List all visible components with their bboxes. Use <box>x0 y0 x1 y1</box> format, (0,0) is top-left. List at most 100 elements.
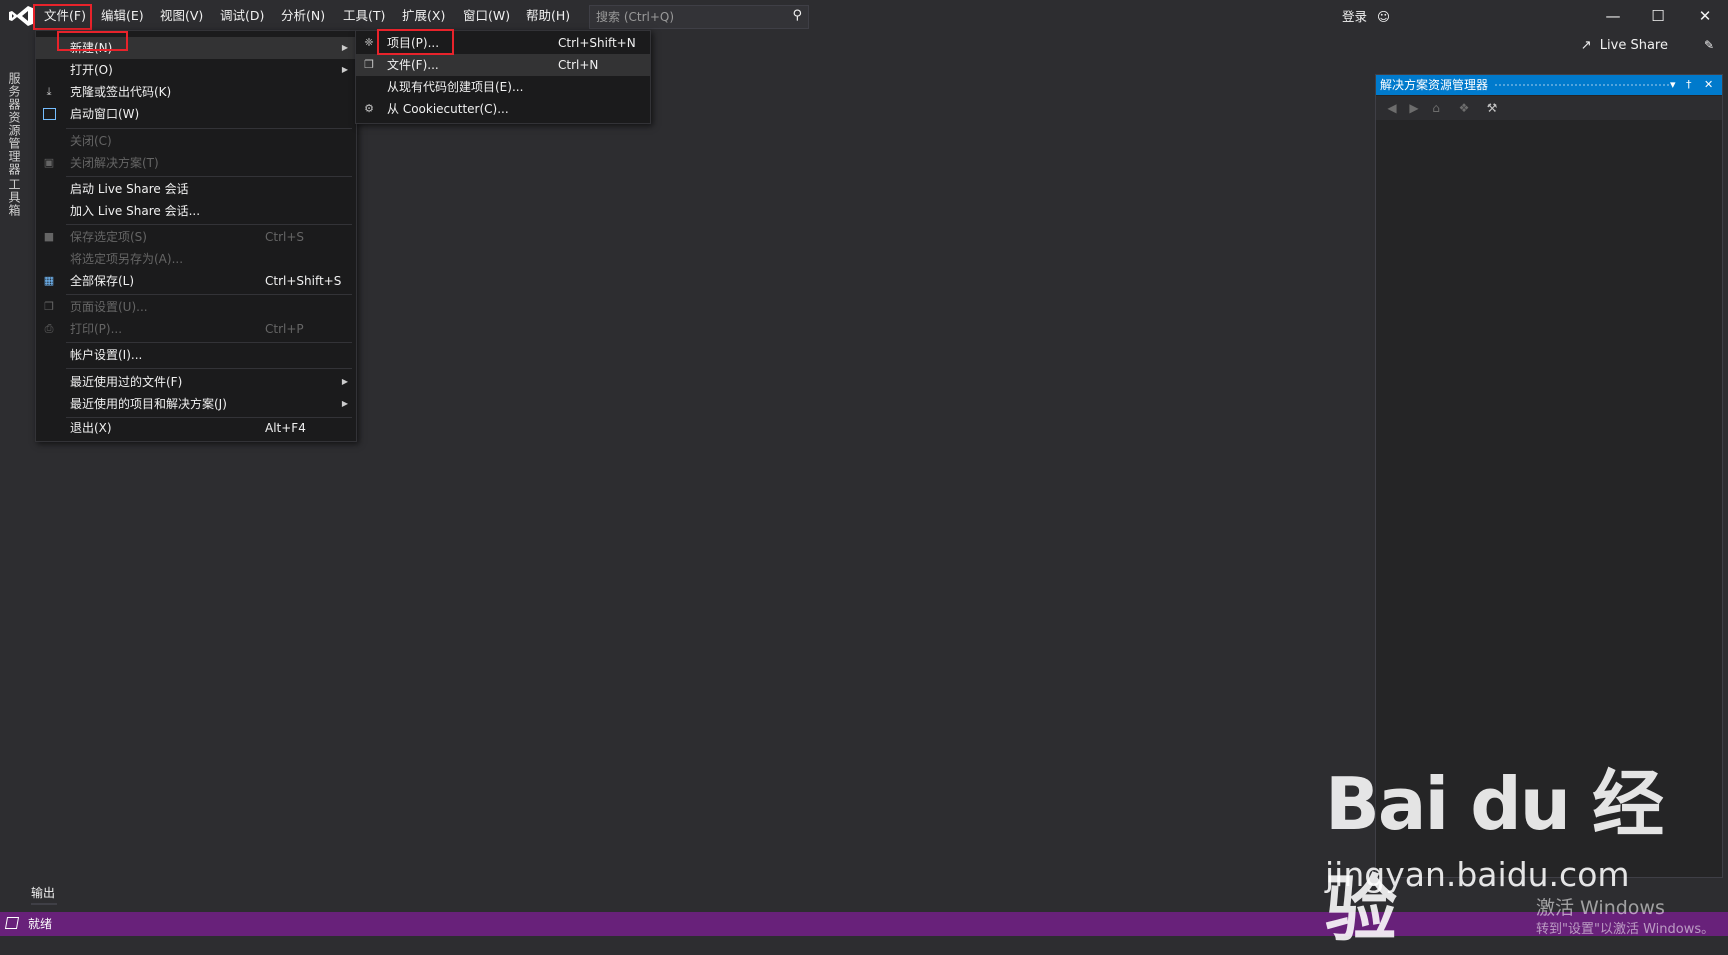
menu-item-label: 帐户设置(I)... <box>70 348 143 362</box>
menu-item-label: 启动窗口(W) <box>70 107 140 121</box>
menu-item-label: 从现有代码创建项目(E)... <box>387 80 524 94</box>
menu-item-print[interactable]: ⎙ 打印(P)... Ctrl+P <box>36 318 356 340</box>
feedback-icon[interactable]: ✎ <box>1704 38 1714 52</box>
new-project-icon: ❈ <box>364 36 374 49</box>
menu-item-label: 最近使用的项目和解决方案(J) <box>70 397 227 411</box>
menu-item-from-cookiecutter[interactable]: ⚙ 从 Cookiecutter(C)... <box>356 98 650 120</box>
menu-item-new-file[interactable]: ❐ 文件(F)... Ctrl+N <box>356 54 650 76</box>
menu-item-recent-files[interactable]: 最近使用过的文件(F) ▶ <box>36 371 356 393</box>
menu-separator <box>66 342 352 343</box>
menu-item-save-all[interactable]: ▦ 全部保存(L) Ctrl+Shift+S <box>36 270 356 292</box>
signin-link[interactable]: 登录 ☺ <box>1342 6 1390 25</box>
highlight-box-project <box>377 29 454 55</box>
menu-item-save-as[interactable]: 将选定项另存为(A)... <box>36 248 356 270</box>
menu-item-join-live-share[interactable]: 加入 Live Share 会话... <box>36 200 356 222</box>
menu-item-close[interactable]: 关闭(C) <box>36 130 356 152</box>
user-icon: ☺ <box>1376 9 1390 24</box>
menu-window[interactable]: 窗口(W) <box>455 4 518 28</box>
submenu-arrow-icon: ▶ <box>341 43 348 52</box>
forward-icon[interactable]: ▶ <box>1406 100 1422 116</box>
menu-item-label: 启动 Live Share 会话 <box>70 182 189 196</box>
menu-item-label: 页面设置(U)... <box>70 300 148 314</box>
cookiecutter-icon: ⚙ <box>364 102 374 115</box>
menu-item-shortcut: Ctrl+N <box>558 58 599 72</box>
back-icon[interactable]: ◀ <box>1384 100 1400 116</box>
menu-separator <box>66 368 352 369</box>
tab-toolbox[interactable]: 工具箱 <box>6 178 23 217</box>
page-setup-icon: ❐ <box>44 300 54 313</box>
print-icon: ⎙ <box>44 322 54 335</box>
menu-item-label: 保存选定项(S) <box>70 230 147 244</box>
search-icon: ⚲ <box>792 8 802 23</box>
close-solution-icon: ▣ <box>43 156 55 169</box>
tab-output[interactable]: 输出 <box>31 884 55 901</box>
live-share-button[interactable]: ↗ Live Share <box>1581 38 1668 53</box>
tab-server-explorer[interactable]: 服务器资源管理器 <box>6 72 23 176</box>
menu-item-label: 退出(X) <box>70 421 112 435</box>
save-all-icon: ▦ <box>43 274 55 287</box>
clone-icon: ⤓ <box>46 85 52 98</box>
status-text: 就绪 <box>28 917 53 931</box>
menu-separator <box>66 294 352 295</box>
solution-explorer-toolbar: ◀ ▶ ⌂ ❖ ⚒ <box>1376 96 1722 120</box>
menu-tools[interactable]: 工具(T) <box>335 4 393 28</box>
menu-separator <box>66 128 352 129</box>
grip-pattern <box>1494 83 1670 87</box>
close-panel-icon[interactable]: ✕ <box>1704 75 1713 95</box>
menu-item-label: 关闭(C) <box>70 134 112 148</box>
search-placeholder: 搜索 (Ctrl+Q) <box>596 10 675 24</box>
menu-item-label: 文件(F)... <box>387 58 439 72</box>
menu-separator <box>66 224 352 225</box>
start-window-icon <box>43 108 56 120</box>
menu-edit[interactable]: 编辑(E) <box>93 4 152 28</box>
status-ready-icon <box>4 917 20 929</box>
menu-item-exit[interactable]: 退出(X) Alt+F4 <box>36 417 356 439</box>
menu-extensions[interactable]: 扩展(X) <box>394 4 453 28</box>
home-icon[interactable]: ⌂ <box>1428 100 1444 116</box>
share-icon: ↗ <box>1580 38 1592 53</box>
menu-item-clone[interactable]: ⤓ 克隆或签出代码(K) <box>36 81 356 103</box>
save-icon: ■ <box>43 230 55 243</box>
menu-item-label: 加入 Live Share 会话... <box>70 204 201 218</box>
switch-views-icon[interactable]: ❖ <box>1456 100 1472 116</box>
submenu-arrow-icon: ▶ <box>341 377 348 386</box>
menu-view[interactable]: 视图(V) <box>152 4 211 28</box>
menu-item-shortcut: Ctrl+S <box>265 230 305 244</box>
close-button[interactable]: ✕ <box>1682 0 1728 32</box>
menu-item-label: 克隆或签出代码(K) <box>70 85 172 99</box>
highlight-box-file-menu <box>33 4 92 30</box>
menu-item-shortcut: Ctrl+P <box>265 322 304 336</box>
menu-item-shortcut: Ctrl+Shift+N <box>558 36 636 50</box>
activate-windows-title: 激活 Windows <box>1536 897 1665 919</box>
activate-windows-subtitle: 转到"设置"以激活 Windows。 <box>1536 922 1715 937</box>
menu-debug[interactable]: 调试(D) <box>212 4 272 28</box>
signin-label: 登录 <box>1341 9 1367 24</box>
menu-item-shortcut: Ctrl+Shift+S <box>265 274 342 288</box>
menu-item-page-setup[interactable]: ❐ 页面设置(U)... <box>36 296 356 318</box>
menu-item-start-live-share[interactable]: 启动 Live Share 会话 <box>36 178 356 200</box>
menu-analyze[interactable]: 分析(N) <box>273 4 333 28</box>
maximize-button[interactable]: ☐ <box>1635 0 1681 32</box>
properties-wrench-icon[interactable]: ⚒ <box>1484 100 1500 116</box>
menu-item-label: 打印(P)... <box>70 322 123 336</box>
menu-item-account-settings[interactable]: 帐户设置(I)... <box>36 344 356 366</box>
highlight-box-new <box>57 31 128 51</box>
solution-explorer-titlebar: 解决方案资源管理器 ▾ † ✕ <box>1376 75 1722 95</box>
menu-item-shortcut: Alt+F4 <box>265 421 306 435</box>
menu-help[interactable]: 帮助(H) <box>518 4 578 28</box>
menu-item-save-selected[interactable]: ■ 保存选定项(S) Ctrl+S <box>36 226 356 248</box>
dropdown-arrow-icon[interactable]: ▾ <box>1670 75 1676 95</box>
menu-item-project-from-code[interactable]: 从现有代码创建项目(E)... <box>356 76 650 98</box>
menu-item-recent-projects[interactable]: 最近使用的项目和解决方案(J) ▶ <box>36 393 356 415</box>
submenu-arrow-icon: ▶ <box>341 65 348 74</box>
minimize-button[interactable]: — <box>1590 0 1636 32</box>
menu-item-label: 从 Cookiecutter(C)... <box>387 102 509 116</box>
visual-studio-logo-icon[interactable] <box>8 5 36 27</box>
menu-item-label: 全部保存(L) <box>70 274 135 288</box>
menu-item-close-solution[interactable]: ▣ 关闭解决方案(T) <box>36 152 356 174</box>
pin-icon[interactable]: † <box>1686 75 1692 95</box>
menu-item-label: 打开(O) <box>70 63 113 77</box>
menu-item-open[interactable]: 打开(O) ▶ <box>36 59 356 81</box>
search-input[interactable]: 搜索 (Ctrl+Q) ⚲ <box>589 5 809 29</box>
menu-item-start-window[interactable]: 启动窗口(W) <box>36 103 356 125</box>
